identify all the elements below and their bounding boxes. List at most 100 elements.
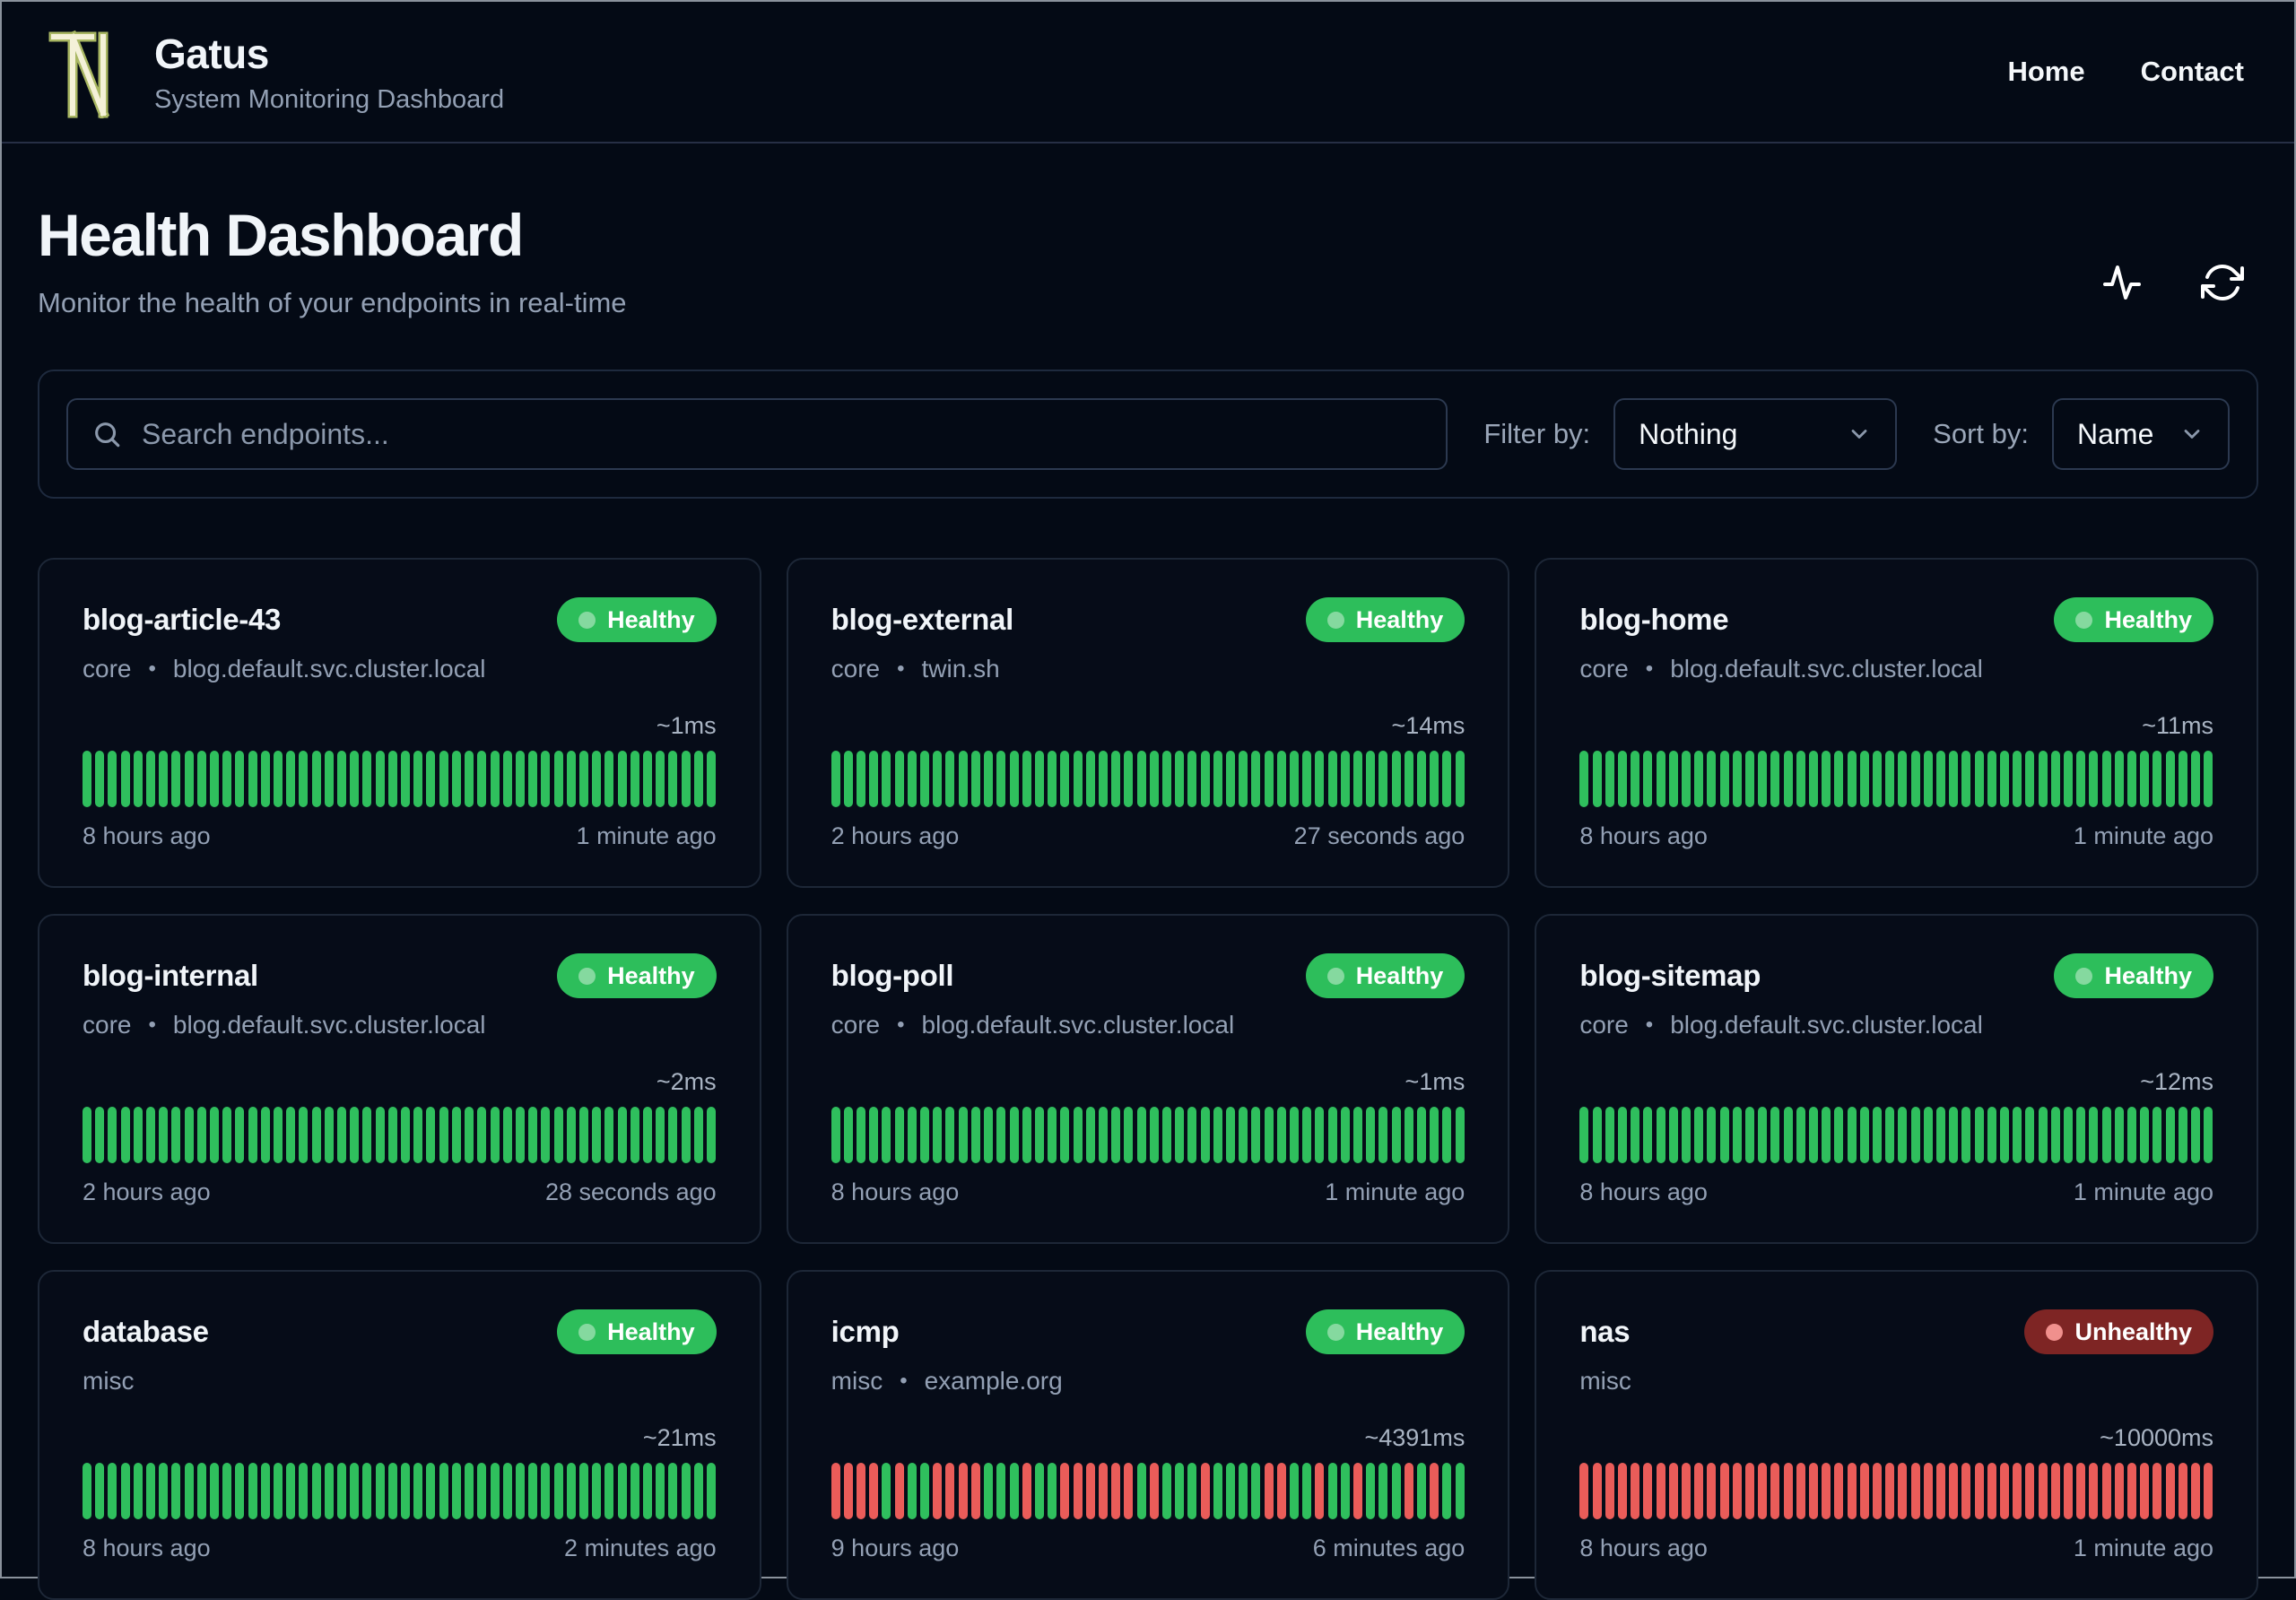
uptime-bar[interactable] <box>528 1107 538 1163</box>
uptime-bar[interactable] <box>1694 1107 1704 1163</box>
uptime-bar[interactable] <box>592 1107 602 1163</box>
uptime-bar[interactable] <box>2089 751 2099 807</box>
uptime-bar[interactable] <box>1910 1107 1920 1163</box>
uptime-bar[interactable] <box>1009 1463 1019 1519</box>
uptime-bar[interactable] <box>362 751 372 807</box>
uptime-bar[interactable] <box>1961 1463 1971 1519</box>
uptime-bar[interactable] <box>1073 751 1083 807</box>
uptime-bar[interactable] <box>1315 1107 1325 1163</box>
uptime-bar[interactable] <box>1073 1107 1083 1163</box>
uptime-bar[interactable] <box>502 1107 512 1163</box>
uptime-bar[interactable] <box>1605 1107 1614 1163</box>
uptime-bar[interactable] <box>171 751 181 807</box>
nav-link-home[interactable]: Home <box>2007 56 2084 88</box>
uptime-bar[interactable] <box>630 1107 639 1163</box>
uptime-bar[interactable] <box>133 751 143 807</box>
uptime-bar[interactable] <box>2025 751 2035 807</box>
uptime-bar[interactable] <box>541 1107 551 1163</box>
uptime-bar[interactable] <box>1352 1463 1362 1519</box>
uptime-bar[interactable] <box>553 1107 563 1163</box>
uptime-bar[interactable] <box>490 1107 500 1163</box>
uptime-bar[interactable] <box>1085 1463 1095 1519</box>
uptime-bar[interactable] <box>1770 751 1780 807</box>
uptime-bar[interactable] <box>1987 1107 1996 1163</box>
uptime-bar[interactable] <box>1923 1107 1933 1163</box>
uptime-bar[interactable] <box>1048 1107 1057 1163</box>
uptime-bar[interactable] <box>843 751 853 807</box>
uptime-bar[interactable] <box>945 751 955 807</box>
uptime-bar[interactable] <box>311 751 321 807</box>
uptime-bar[interactable] <box>1136 751 1146 807</box>
uptime-bar[interactable] <box>1136 1107 1146 1163</box>
uptime-bar[interactable] <box>2178 751 2187 807</box>
uptime-bar[interactable] <box>2114 751 2124 807</box>
uptime-bar[interactable] <box>426 1463 436 1519</box>
uptime-bar[interactable] <box>1060 751 1070 807</box>
uptime-bar[interactable] <box>1302 751 1312 807</box>
uptime-bar[interactable] <box>933 751 943 807</box>
endpoint-card[interactable]: blog-internal Healthy core • blog.default.sv… <box>38 914 761 1244</box>
uptime-bar[interactable] <box>477 1107 487 1163</box>
uptime-bar[interactable] <box>1225 1463 1235 1519</box>
uptime-bar[interactable] <box>1417 751 1426 807</box>
uptime-bar[interactable] <box>1643 1463 1653 1519</box>
uptime-bar[interactable] <box>604 751 614 807</box>
endpoint-card[interactable]: blog-poll Healthy core • blog.default.svc.cl… <box>786 914 1510 1244</box>
uptime-bar[interactable] <box>1808 1107 1818 1163</box>
uptime-bar[interactable] <box>996 1463 1006 1519</box>
uptime-bar[interactable] <box>1949 1107 1959 1163</box>
uptime-bar[interactable] <box>2038 751 2048 807</box>
uptime-bar[interactable] <box>882 1463 891 1519</box>
endpoint-card[interactable]: blog-home Healthy core • blog.default.svc.cl… <box>1535 558 2258 888</box>
uptime-bar[interactable] <box>630 751 639 807</box>
uptime-bar[interactable] <box>907 751 917 807</box>
uptime-bar[interactable] <box>1442 751 1452 807</box>
uptime-bar[interactable] <box>1796 751 1805 807</box>
uptime-bar[interactable] <box>465 751 474 807</box>
uptime-bar[interactable] <box>2076 1463 2086 1519</box>
uptime-bar[interactable] <box>857 1107 866 1163</box>
uptime-bar[interactable] <box>2089 1463 2099 1519</box>
uptime-bar[interactable] <box>958 1463 968 1519</box>
uptime-bar[interactable] <box>2204 1463 2213 1519</box>
uptime-bar[interactable] <box>1936 1463 1946 1519</box>
uptime-bar[interactable] <box>1276 751 1286 807</box>
uptime-bar[interactable] <box>831 1463 840 1519</box>
uptime-bar[interactable] <box>1417 1463 1426 1519</box>
uptime-bar[interactable] <box>1136 1463 1146 1519</box>
uptime-bar[interactable] <box>210 1463 220 1519</box>
uptime-bar[interactable] <box>2178 1107 2187 1163</box>
uptime-bar[interactable] <box>1859 1107 1869 1163</box>
uptime-bar[interactable] <box>222 751 232 807</box>
uptime-bar[interactable] <box>1694 751 1704 807</box>
uptime-bar[interactable] <box>426 1107 436 1163</box>
uptime-bar[interactable] <box>1974 1463 1984 1519</box>
uptime-bar[interactable] <box>1579 751 1589 807</box>
uptime-bar[interactable] <box>920 751 930 807</box>
uptime-bar[interactable] <box>1656 1463 1665 1519</box>
uptime-bar[interactable] <box>83 1107 91 1163</box>
uptime-bar[interactable] <box>1859 1463 1869 1519</box>
uptime-bar[interactable] <box>528 1463 538 1519</box>
uptime-bar[interactable] <box>592 751 602 807</box>
uptime-bar[interactable] <box>2013 1107 2022 1163</box>
uptime-bar[interactable] <box>2076 1107 2086 1163</box>
uptime-bar[interactable] <box>656 751 665 807</box>
uptime-bar[interactable] <box>1681 1107 1691 1163</box>
uptime-bar[interactable] <box>1187 751 1197 807</box>
uptime-bar[interactable] <box>235 1107 245 1163</box>
uptime-bar[interactable] <box>2204 751 2213 807</box>
uptime-bar[interactable] <box>1643 1107 1653 1163</box>
uptime-bar[interactable] <box>843 1463 853 1519</box>
uptime-bar[interactable] <box>1022 751 1031 807</box>
uptime-bar[interactable] <box>286 1107 296 1163</box>
uptime-bar[interactable] <box>1873 1107 1882 1163</box>
uptime-bar[interactable] <box>1770 1107 1780 1163</box>
endpoint-card[interactable]: nas Unhealthy misc ~10000ms 8 hours ago 1 min… <box>1535 1270 2258 1600</box>
uptime-bar[interactable] <box>1643 751 1653 807</box>
uptime-bar[interactable] <box>882 751 891 807</box>
uptime-bar[interactable] <box>1251 1107 1261 1163</box>
uptime-bar[interactable] <box>1732 1107 1742 1163</box>
uptime-bar[interactable] <box>857 751 866 807</box>
uptime-bar[interactable] <box>1656 1107 1665 1163</box>
